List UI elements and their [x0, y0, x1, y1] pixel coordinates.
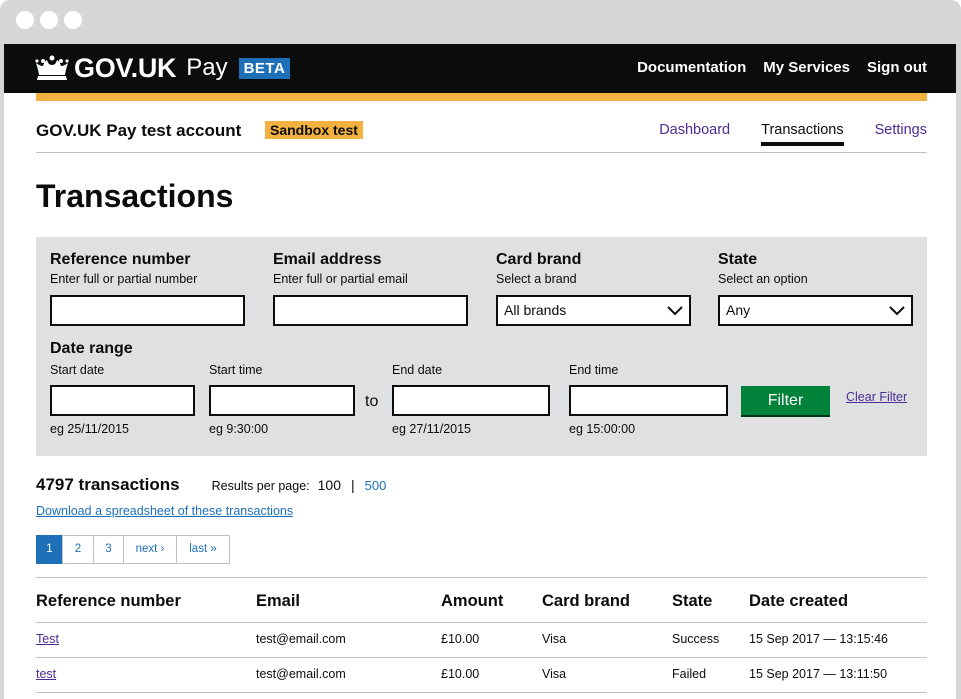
chevron-down-icon	[889, 305, 905, 315]
results-per-page-current: 100	[317, 477, 341, 493]
state-cell: Failed	[672, 667, 707, 681]
start-date-input[interactable]	[50, 385, 195, 416]
window-dot-icon	[40, 11, 58, 29]
crown-icon	[35, 55, 69, 80]
header-accent-bar	[36, 93, 927, 101]
download-spreadsheet-link[interactable]: Download a spreadsheet of these transact…	[36, 504, 293, 518]
global-header: GOV.UK Pay BETA Documentation My Service…	[4, 44, 956, 93]
start-time-field: Start time eg 9:30:00	[209, 363, 355, 436]
end-time-field: End time eg 15:00:00	[569, 363, 728, 436]
amount-cell: £10.00	[441, 667, 480, 681]
global-nav: Documentation My Services Sign out	[637, 59, 927, 76]
results-per-page-500-link[interactable]: 500	[365, 478, 387, 493]
page-title: Transactions	[36, 178, 234, 214]
date-range-separator: to	[365, 393, 379, 410]
sandbox-badge: Sandbox test	[265, 121, 363, 139]
tab-settings[interactable]: Settings	[875, 122, 927, 146]
next-page-link[interactable]: next ›	[123, 535, 177, 564]
page-3-link[interactable]: 3	[93, 535, 124, 564]
reference-hint: Enter full or partial number	[50, 272, 198, 286]
email-cell: test@email.com	[256, 667, 346, 681]
card-brand-label: Card brand	[496, 251, 582, 268]
account-name: GOV.UK Pay test account	[36, 121, 242, 140]
end-date-label: End date	[392, 363, 443, 377]
logo-text: GOV.UK	[74, 52, 177, 83]
card-brand-value: All brands	[504, 302, 567, 318]
state-cell: Success	[672, 632, 720, 646]
reference-label: Reference number	[50, 251, 191, 268]
filter-panel: Reference number Enter full or partial n…	[36, 237, 927, 456]
filter-button[interactable]: Filter	[741, 386, 830, 415]
product-name: Pay	[186, 54, 228, 81]
govuk-logo-link[interactable]: GOV.UK Pay BETA	[34, 50, 291, 86]
start-date-field: Start date eg 25/11/2015	[50, 363, 195, 436]
page-viewport: GOV.UK Pay BETA Documentation My Service…	[4, 44, 956, 699]
start-time-example: eg 9:30:00	[209, 422, 269, 436]
column-header-amount: Amount	[441, 592, 504, 610]
email-input[interactable]	[273, 295, 468, 326]
start-date-label: Start date	[50, 363, 105, 377]
transaction-count: 4797 transactions	[36, 475, 180, 494]
date-created-cell: 15 Sep 2017 — 13:11:50	[749, 667, 888, 681]
state-label: State	[718, 251, 758, 268]
card-brand-select[interactable]: All brands	[496, 295, 691, 326]
reference-link[interactable]: test	[36, 667, 56, 681]
email-filter: Email address Enter full or partial emai…	[273, 251, 408, 286]
column-header-card-brand: Card brand	[542, 592, 631, 610]
column-header-reference: Reference number	[36, 592, 181, 610]
tab-dashboard[interactable]: Dashboard	[659, 122, 730, 146]
end-time-label: End time	[569, 363, 619, 377]
chevron-down-icon	[667, 305, 683, 315]
nav-my-services-link[interactable]: My Services	[763, 59, 850, 76]
card-brand-cell: Visa	[542, 667, 567, 681]
end-date-example: eg 27/11/2015	[392, 422, 472, 436]
email-label: Email address	[273, 251, 382, 268]
state-hint: Select an option	[718, 272, 808, 286]
table-row: Test test@email.com £10.00 Visa Success …	[36, 623, 927, 658]
reference-link[interactable]: Test	[36, 632, 59, 646]
column-header-state: State	[672, 592, 713, 610]
card-brand-hint: Select a brand	[496, 272, 577, 286]
start-time-input[interactable]	[209, 385, 355, 416]
column-header-email: Email	[256, 592, 301, 610]
service-tabs: Dashboard Transactions Settings	[659, 122, 927, 146]
amount-cell: £10.00	[441, 632, 480, 646]
date-created-cell: 15 Sep 2017 — 13:15:46	[749, 632, 889, 646]
table-header-row: Reference number Email Amount Card brand…	[36, 578, 927, 623]
pagination: 1 2 3 next › last »	[36, 535, 230, 564]
results-per-page-label: Results per page:	[211, 479, 310, 493]
column-header-date-created: Date created	[749, 592, 849, 610]
end-time-input[interactable]	[569, 385, 728, 416]
results-per-page-separator: |	[350, 477, 355, 493]
end-date-input[interactable]	[392, 385, 550, 416]
start-time-label: Start time	[209, 363, 263, 377]
email-cell: test@email.com	[256, 632, 346, 646]
window-dot-icon	[64, 11, 82, 29]
transactions-table: Reference number Email Amount Card brand…	[36, 577, 927, 693]
table-row: test test@email.com £10.00 Visa Failed 1…	[36, 658, 927, 693]
window-dot-icon	[16, 11, 34, 29]
reference-filter: Reference number Enter full or partial n…	[50, 251, 197, 286]
end-date-field: End date eg 27/11/2015	[392, 363, 550, 436]
results-summary: 4797 transactions Results per page: 100 …	[36, 475, 386, 495]
state-value: Any	[726, 302, 751, 318]
state-select[interactable]: Any	[718, 295, 913, 326]
email-hint: Enter full or partial email	[273, 272, 408, 286]
nav-documentation-link[interactable]: Documentation	[637, 59, 746, 76]
date-range-label: Date range	[50, 340, 133, 357]
start-date-example: eg 25/11/2015	[50, 422, 130, 436]
end-time-example: eg 15:00:00	[569, 422, 636, 436]
state-filter: State Select an option	[718, 251, 808, 286]
service-navigation: GOV.UK Pay test account Sandbox test Das…	[36, 101, 927, 153]
card-brand-filter: Card brand Select a brand	[496, 251, 581, 286]
clear-filter-link[interactable]: Clear Filter	[846, 390, 907, 404]
last-page-link[interactable]: last »	[176, 535, 230, 564]
phase-badge: BETA	[238, 57, 291, 79]
page-1-link[interactable]: 1	[36, 535, 63, 564]
reference-input[interactable]	[50, 295, 245, 326]
page-2-link[interactable]: 2	[62, 535, 94, 564]
tab-transactions[interactable]: Transactions	[761, 122, 844, 146]
card-brand-cell: Visa	[542, 632, 567, 646]
nav-sign-out-link[interactable]: Sign out	[867, 59, 927, 76]
